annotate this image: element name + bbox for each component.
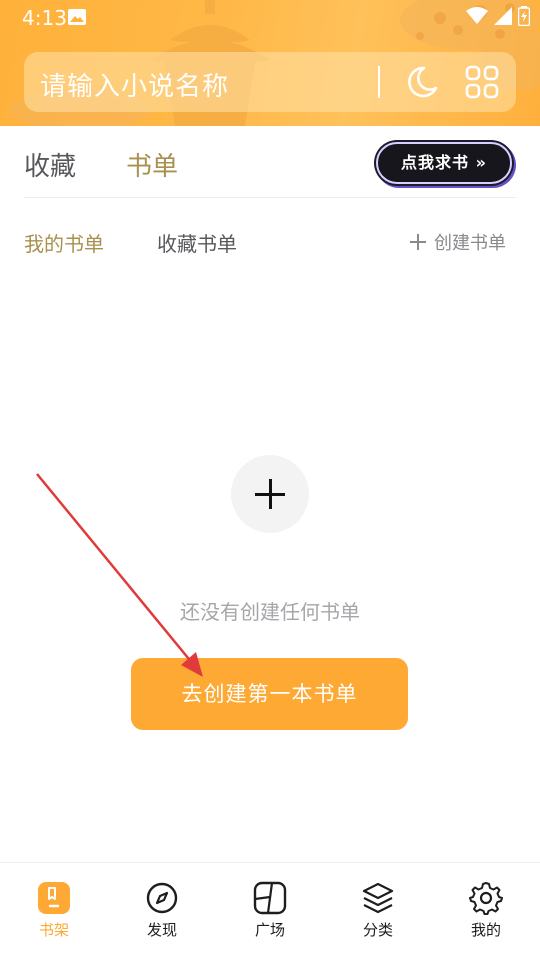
square-icon	[253, 881, 287, 915]
nav-bookshelf[interactable]: 书架	[0, 881, 108, 940]
add-booklist-icon[interactable]	[231, 455, 309, 533]
battery-icon	[518, 6, 530, 26]
tab-booklists[interactable]: 书单	[126, 146, 178, 183]
gear-icon	[469, 882, 503, 915]
nav-category[interactable]: 分类	[324, 881, 432, 940]
subtab-my-booklists[interactable]: 我的书单	[24, 228, 104, 257]
layers-icon	[362, 882, 394, 914]
request-book-button[interactable]: 点我求书 »	[376, 142, 512, 184]
nav-discover[interactable]: 发现	[108, 881, 216, 940]
subtab-favorite-booklists[interactable]: 收藏书单	[157, 228, 237, 257]
bottom-nav: 书架 发现 广场 分类 我的	[0, 862, 540, 960]
sub-tabs: 我的书单 收藏书单 创建书单	[0, 198, 540, 278]
nav-plaza[interactable]: 广场	[216, 881, 324, 940]
nav-label: 广场	[254, 921, 285, 939]
search-input[interactable]: 请输入小说名称	[40, 66, 229, 103]
plus-icon	[410, 234, 426, 250]
compass-icon	[146, 882, 178, 914]
create-booklist-label: 创建书单	[434, 233, 506, 254]
header: 4:13 请输入小说名称	[0, 0, 540, 126]
nav-label: 发现	[146, 921, 177, 939]
search-bar[interactable]: 请输入小说名称	[24, 52, 516, 112]
wifi-icon	[466, 7, 488, 24]
signal-icon	[494, 7, 512, 25]
top-tabs: 收藏 书单 点我求书 »	[0, 126, 540, 198]
empty-state-message: 还没有创建任何书单	[180, 600, 360, 624]
search-divider	[378, 66, 380, 98]
status-icons	[466, 6, 530, 26]
nav-label: 分类	[362, 921, 393, 939]
create-first-booklist-button[interactable]: 去创建第一本书单	[131, 658, 408, 730]
status-time: 4:13	[22, 6, 67, 30]
nav-label: 书架	[38, 921, 69, 939]
create-booklist-link[interactable]: 创建书单	[410, 229, 506, 255]
bookshelf-icon	[38, 882, 70, 914]
moon-icon[interactable]	[404, 64, 440, 100]
nav-label: 我的	[470, 921, 501, 939]
nav-mine[interactable]: 我的	[432, 881, 540, 940]
status-bar: 4:13	[0, 0, 540, 36]
grid-icon[interactable]	[464, 64, 500, 100]
image-notification-icon	[68, 9, 86, 25]
tab-favorites[interactable]: 收藏	[24, 146, 76, 183]
